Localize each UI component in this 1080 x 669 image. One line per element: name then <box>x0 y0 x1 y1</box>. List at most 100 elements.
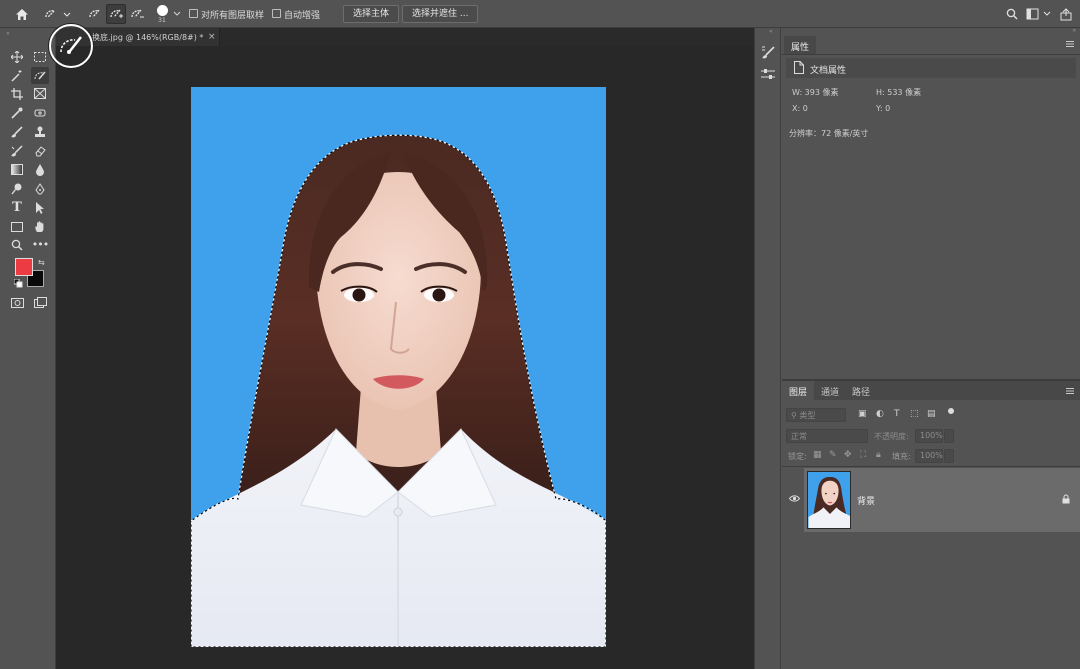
sample-all-layers-label: 对所有图层取样 <box>201 11 265 21</box>
close-tab-icon[interactable]: × <box>208 32 216 42</box>
brush-tool-icon[interactable] <box>8 123 26 140</box>
auto-enhance-label: 自动增强 <box>284 11 321 21</box>
gradient-tool-icon[interactable] <box>8 161 26 178</box>
properties-section-header: 文档属性 <box>786 58 1076 78</box>
collapse-right-panels-icon[interactable]: » <box>1072 27 1076 34</box>
path-selection-tool-icon[interactable] <box>31 199 49 216</box>
select-and-mask-button[interactable]: 选择并遮住 ... <box>402 5 479 23</box>
panel-divider <box>782 466 1080 467</box>
zoom-tool-icon[interactable] <box>8 236 26 253</box>
blur-tool-icon[interactable] <box>31 161 49 178</box>
brush-settings-panel-icon[interactable] <box>761 46 775 63</box>
lock-image-pixels-icon[interactable]: ✎ <box>829 450 837 460</box>
layer-thumbnail <box>807 471 851 529</box>
panel-menu-icon[interactable] <box>1066 40 1074 50</box>
filter-toggle-icon[interactable] <box>948 408 954 414</box>
quick-selection-tool-icon[interactable] <box>31 67 49 84</box>
canvas-x-value[interactable]: X: 0 <box>792 104 808 113</box>
properties-panel: 属性 文档属性 W: 393 像素 H: 533 像素 X: 0 Y: 0 分辨… <box>782 36 1080 376</box>
fill-dropdown-icon[interactable] <box>944 449 954 463</box>
fill-input[interactable]: 100% <box>915 449 943 463</box>
foreground-color-swatch[interactable] <box>15 258 33 276</box>
canvas-y-value[interactable]: Y: 0 <box>876 104 890 113</box>
hand-tool-icon[interactable] <box>31 218 49 235</box>
opacity-dropdown-icon[interactable] <box>944 429 954 443</box>
search-icon[interactable] <box>1004 4 1020 24</box>
workspace-switcher-icon[interactable] <box>1026 4 1052 24</box>
history-brush-tool-icon[interactable] <box>8 142 26 159</box>
marquee-tool-icon[interactable] <box>31 48 49 65</box>
move-tool-icon[interactable] <box>8 48 26 65</box>
layer-visibility-eye-icon[interactable] <box>788 495 801 505</box>
lock-label: 锁定: <box>788 452 807 461</box>
tools-panel: « T ••• ⇆ <box>0 28 56 669</box>
tab-properties[interactable]: 属性 <box>784 36 817 54</box>
layer-filter-select[interactable]: ⚲ 类型 <box>786 408 846 422</box>
shape-layer-filter-icon[interactable]: ⬚ <box>910 409 919 419</box>
rectangle-tool-icon[interactable] <box>8 218 26 235</box>
smart-object-filter-icon[interactable]: ▤ <box>927 409 936 419</box>
default-colors-icon[interactable] <box>13 278 23 291</box>
fill-label: 填充: <box>892 452 911 461</box>
layer-name[interactable]: 背景 <box>857 494 875 507</box>
document-tab-title: 换底.jpg @ 146%(RGB/8#) * <box>92 33 204 42</box>
share-icon[interactable] <box>1058 4 1074 24</box>
subtract-from-selection-mode-icon[interactable] <box>128 4 146 24</box>
panel-icon-strip: « <box>754 28 781 669</box>
frame-tool-icon[interactable] <box>31 85 49 102</box>
adjustment-layer-filter-icon[interactable]: ◐ <box>876 409 884 419</box>
layer-lock-icon[interactable] <box>1062 494 1070 507</box>
collapse-panels-icon[interactable]: « <box>769 28 773 35</box>
dodge-tool-icon[interactable] <box>8 180 26 197</box>
tool-preset-picker[interactable] <box>42 4 72 24</box>
brush-size-value: 31 <box>158 16 166 24</box>
quick-selection-cursor-icon <box>60 36 82 54</box>
lock-transparent-pixels-icon[interactable]: ▦ <box>813 450 822 460</box>
options-bar: 31 对所有图层取样 自动增强 选择主体 选择并遮住 ... <box>0 0 1080 28</box>
add-to-selection-mode-icon[interactable] <box>106 4 126 24</box>
resolution-value: 分辨率：72 像素/英寸 <box>789 129 869 138</box>
properties-section-title: 文档属性 <box>810 66 847 76</box>
select-subject-button[interactable]: 选择主体 <box>343 5 400 23</box>
tab-paths[interactable]: 路径 <box>845 381 877 400</box>
auto-enhance-checkbox[interactable] <box>272 9 281 18</box>
clone-stamp-tool-icon[interactable] <box>31 123 49 140</box>
eyedropper-tool-icon[interactable] <box>8 104 26 121</box>
canvas-width-value[interactable]: W: 393 像素 <box>792 87 839 98</box>
lock-position-icon[interactable]: ✥ <box>844 450 852 460</box>
opacity-input[interactable]: 100% <box>915 429 943 443</box>
new-selection-mode-icon[interactable] <box>86 4 104 24</box>
prevent-autonest-icon[interactable]: ⛶ <box>860 450 866 460</box>
canvas-height-value[interactable]: H: 533 像素 <box>876 87 921 98</box>
screen-mode-icon[interactable] <box>31 294 49 311</box>
quick-mask-icon[interactable] <box>8 294 26 311</box>
home-icon[interactable] <box>12 4 32 24</box>
selection-marquee <box>191 134 606 647</box>
layers-panel: 图层 通道 路径 ⚲ 类型 ▣ ◐ T ⬚ ▤ 正常 不透明度: 100% 锁定… <box>782 379 1080 669</box>
type-tool-icon[interactable]: T <box>8 199 26 216</box>
blend-mode-select[interactable]: 正常 <box>786 429 868 443</box>
crop-tool-icon[interactable] <box>8 85 26 102</box>
layer-row-background[interactable]: 背景 <box>804 468 1080 532</box>
collapse-toolbar-icon[interactable]: « <box>6 30 10 37</box>
more-tools-icon[interactable]: ••• <box>31 236 49 253</box>
pixel-layer-filter-icon[interactable]: ▣ <box>858 409 867 419</box>
tab-layers[interactable]: 图层 <box>782 381 815 400</box>
chevron-down-icon[interactable] <box>172 4 182 24</box>
type-layer-filter-icon[interactable]: T <box>894 409 900 419</box>
healing-brush-tool-icon[interactable] <box>31 104 49 121</box>
brush-tip-icon <box>156 4 168 16</box>
adjustments-panel-icon[interactable] <box>761 68 775 83</box>
lock-all-icon[interactable]: 🔒︎ <box>876 450 881 460</box>
blend-mode-value: 正常 <box>791 432 807 441</box>
pen-tool-icon[interactable] <box>31 180 49 197</box>
sample-all-layers-checkbox[interactable] <box>189 9 198 18</box>
brush-cursor <box>49 24 93 68</box>
brush-size-picker[interactable]: 31 <box>154 2 170 26</box>
eraser-tool-icon[interactable] <box>31 142 49 159</box>
layer-filter-value: 类型 <box>799 411 816 420</box>
magic-wand-tool-icon[interactable] <box>8 67 26 84</box>
layers-panel-menu-icon[interactable] <box>1066 387 1074 397</box>
swap-colors-icon[interactable]: ⇆ <box>38 258 45 267</box>
tab-channels[interactable]: 通道 <box>814 381 846 400</box>
